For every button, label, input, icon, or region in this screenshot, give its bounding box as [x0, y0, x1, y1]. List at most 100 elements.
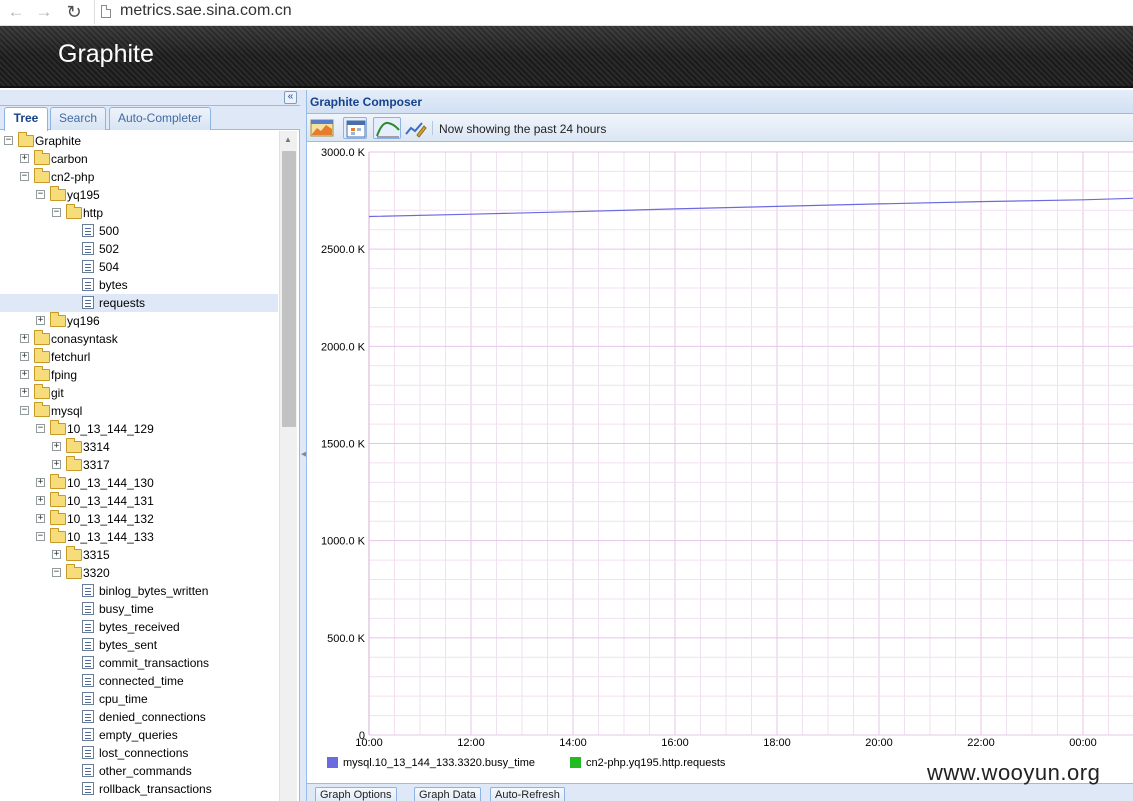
graph-data-button[interactable]: Graph Data [414, 787, 481, 801]
tree-folder-row[interactable]: − Graphite [0, 132, 278, 150]
tree-node-label[interactable]: commit_transactions [99, 656, 209, 670]
tree-node-label[interactable]: 3320 [83, 566, 110, 580]
tree-leaf-row[interactable]: 500 [0, 222, 278, 240]
tree-node-label[interactable]: 10_13_144_133 [67, 530, 154, 544]
dashboard-icon[interactable] [310, 117, 334, 139]
tree-leaf-row[interactable]: commit_transactions [0, 654, 278, 672]
tree-node-label[interactable]: yq196 [67, 314, 100, 328]
tree-folder-row[interactable]: +3314 [0, 438, 278, 456]
tree-leaf-row[interactable]: rollback_transactions [0, 780, 278, 798]
tree-leaf-row[interactable]: cpu_time [0, 690, 278, 708]
expand-node-icon[interactable]: + [20, 154, 29, 163]
tree-folder-row[interactable]: +10_13_144_132 [0, 510, 278, 528]
scrollbar-thumb[interactable] [282, 151, 296, 427]
tree-node-label[interactable]: bytes_sent [99, 638, 157, 652]
auto-refresh-button[interactable]: Auto-Refresh [490, 787, 565, 801]
tree-folder-row[interactable]: +3315 [0, 546, 278, 564]
tree-node-label[interactable]: conasyntask [51, 332, 118, 346]
collapse-node-icon[interactable]: − [36, 532, 45, 541]
tree-folder-row[interactable]: + fetchurl [0, 348, 278, 366]
tree-node-label[interactable]: http [83, 206, 103, 220]
tree-node-label[interactable]: 500 [99, 224, 119, 238]
tree-node-label[interactable]: 10_13_144_129 [67, 422, 154, 436]
tree-folder-row[interactable]: + carbon [0, 150, 278, 168]
tree-node-label[interactable]: fetchurl [51, 350, 90, 364]
tree-node-label[interactable]: other_commands [99, 764, 192, 778]
tree-leaf-row[interactable]: 502 [0, 240, 278, 258]
tree-folder-row[interactable]: + git [0, 384, 278, 402]
tree-leaf-row[interactable]: bytes_received [0, 618, 278, 636]
expand-node-icon[interactable]: + [52, 550, 61, 559]
back-arrow-icon[interactable]: ← [6, 2, 26, 22]
tree-leaf-row[interactable]: connected_time [0, 672, 278, 690]
tree-folder-row[interactable]: +10_13_144_131 [0, 492, 278, 510]
tab-tree[interactable]: Tree [4, 107, 48, 131]
collapse-node-icon[interactable]: − [52, 208, 61, 217]
tree-node-label[interactable]: fping [51, 368, 77, 382]
tree-leaf-row[interactable]: empty_queries [0, 726, 278, 744]
tree-folder-row[interactable]: − 10_13_144_129 [0, 420, 278, 438]
tree-node-label[interactable]: bytes [99, 278, 128, 292]
tree-leaf-row[interactable]: other_commands [0, 762, 278, 780]
tree-leaf-row[interactable]: denied_connections [0, 708, 278, 726]
tree-leaf-row[interactable]: requests [0, 294, 278, 312]
tree-folder-row[interactable]: + conasyntask [0, 330, 278, 348]
tree-node-label[interactable]: 504 [99, 260, 119, 274]
tree-node-label[interactable]: lost_connections [99, 746, 188, 760]
tree-folder-row[interactable]: − 10_13_144_133 [0, 528, 278, 546]
tree-folder-row[interactable]: − cn2-php [0, 168, 278, 186]
tree-node-label[interactable]: busy_time [99, 602, 154, 616]
tree-node-label[interactable]: cn2-php [51, 170, 94, 184]
tree-node-label[interactable]: Graphite [35, 134, 81, 148]
tree-node-label[interactable]: 3315 [83, 548, 110, 562]
url-field[interactable]: metrics.sae.sina.com.cn [94, 0, 1133, 24]
recent-data-icon[interactable] [373, 117, 401, 139]
tree-leaf-row[interactable]: binlog_bytes_written [0, 582, 278, 600]
expand-node-icon[interactable]: + [20, 388, 29, 397]
tree-folder-row[interactable]: − http [0, 204, 278, 222]
collapse-panel-button[interactable]: « [284, 91, 297, 104]
tree-folder-row[interactable]: + fping [0, 366, 278, 384]
tree-node-label[interactable]: binlog_bytes_written [99, 584, 208, 598]
edit-graph-icon[interactable] [403, 117, 427, 139]
collapse-node-icon[interactable]: − [36, 424, 45, 433]
tree-node-label[interactable]: requests [99, 296, 145, 310]
graph-options-button[interactable]: Graph Options [315, 787, 397, 801]
url-text[interactable]: metrics.sae.sina.com.cn [120, 2, 292, 20]
expand-node-icon[interactable]: + [36, 496, 45, 505]
expand-node-icon[interactable]: + [20, 370, 29, 379]
tree-folder-row[interactable]: +3317 [0, 456, 278, 474]
expand-node-icon[interactable]: + [36, 478, 45, 487]
tree-folder-row[interactable]: − 3320 [0, 564, 278, 582]
tree-leaf-row[interactable]: lost_connections [0, 744, 278, 762]
tree-node-label[interactable]: 10_13_144_131 [67, 494, 154, 508]
tree-node-label[interactable]: git [51, 386, 64, 400]
tree-leaf-row[interactable]: 504 [0, 258, 278, 276]
tree-node-label[interactable]: 10_13_144_132 [67, 512, 154, 526]
tree-folder-row[interactable]: +10_13_144_130 [0, 474, 278, 492]
tree-node-label[interactable]: 3314 [83, 440, 110, 454]
tree-node-label[interactable]: mysql [51, 404, 82, 418]
tree-node-label[interactable]: 3317 [83, 458, 110, 472]
collapse-node-icon[interactable]: − [20, 406, 29, 415]
reload-icon[interactable]: ↻ [64, 2, 84, 22]
expand-node-icon[interactable]: + [52, 460, 61, 469]
tree-node-label[interactable]: bytes_received [99, 620, 180, 634]
expand-node-icon[interactable]: + [36, 514, 45, 523]
tree-node-label[interactable]: 502 [99, 242, 119, 256]
collapse-node-icon[interactable]: − [52, 568, 61, 577]
tree-leaf-row[interactable]: busy_time [0, 600, 278, 618]
tab-search[interactable]: Search [50, 107, 106, 130]
expand-node-icon[interactable]: + [20, 334, 29, 343]
tree-scrollbar[interactable]: ▲ [279, 131, 297, 801]
tree-node-label[interactable]: 10_13_144_130 [67, 476, 154, 490]
tree-node-label[interactable]: cpu_time [99, 692, 148, 706]
scroll-up-icon[interactable]: ▲ [284, 135, 292, 144]
tree-leaf-row[interactable]: bytes [0, 276, 278, 294]
tree-node-label[interactable]: rollback_transactions [99, 782, 212, 796]
collapse-node-icon[interactable]: − [36, 190, 45, 199]
tab-auto-completer[interactable]: Auto-Completer [109, 107, 211, 130]
expand-node-icon[interactable]: + [36, 316, 45, 325]
tree-node-label[interactable]: carbon [51, 152, 88, 166]
expand-node-icon[interactable]: + [20, 352, 29, 361]
